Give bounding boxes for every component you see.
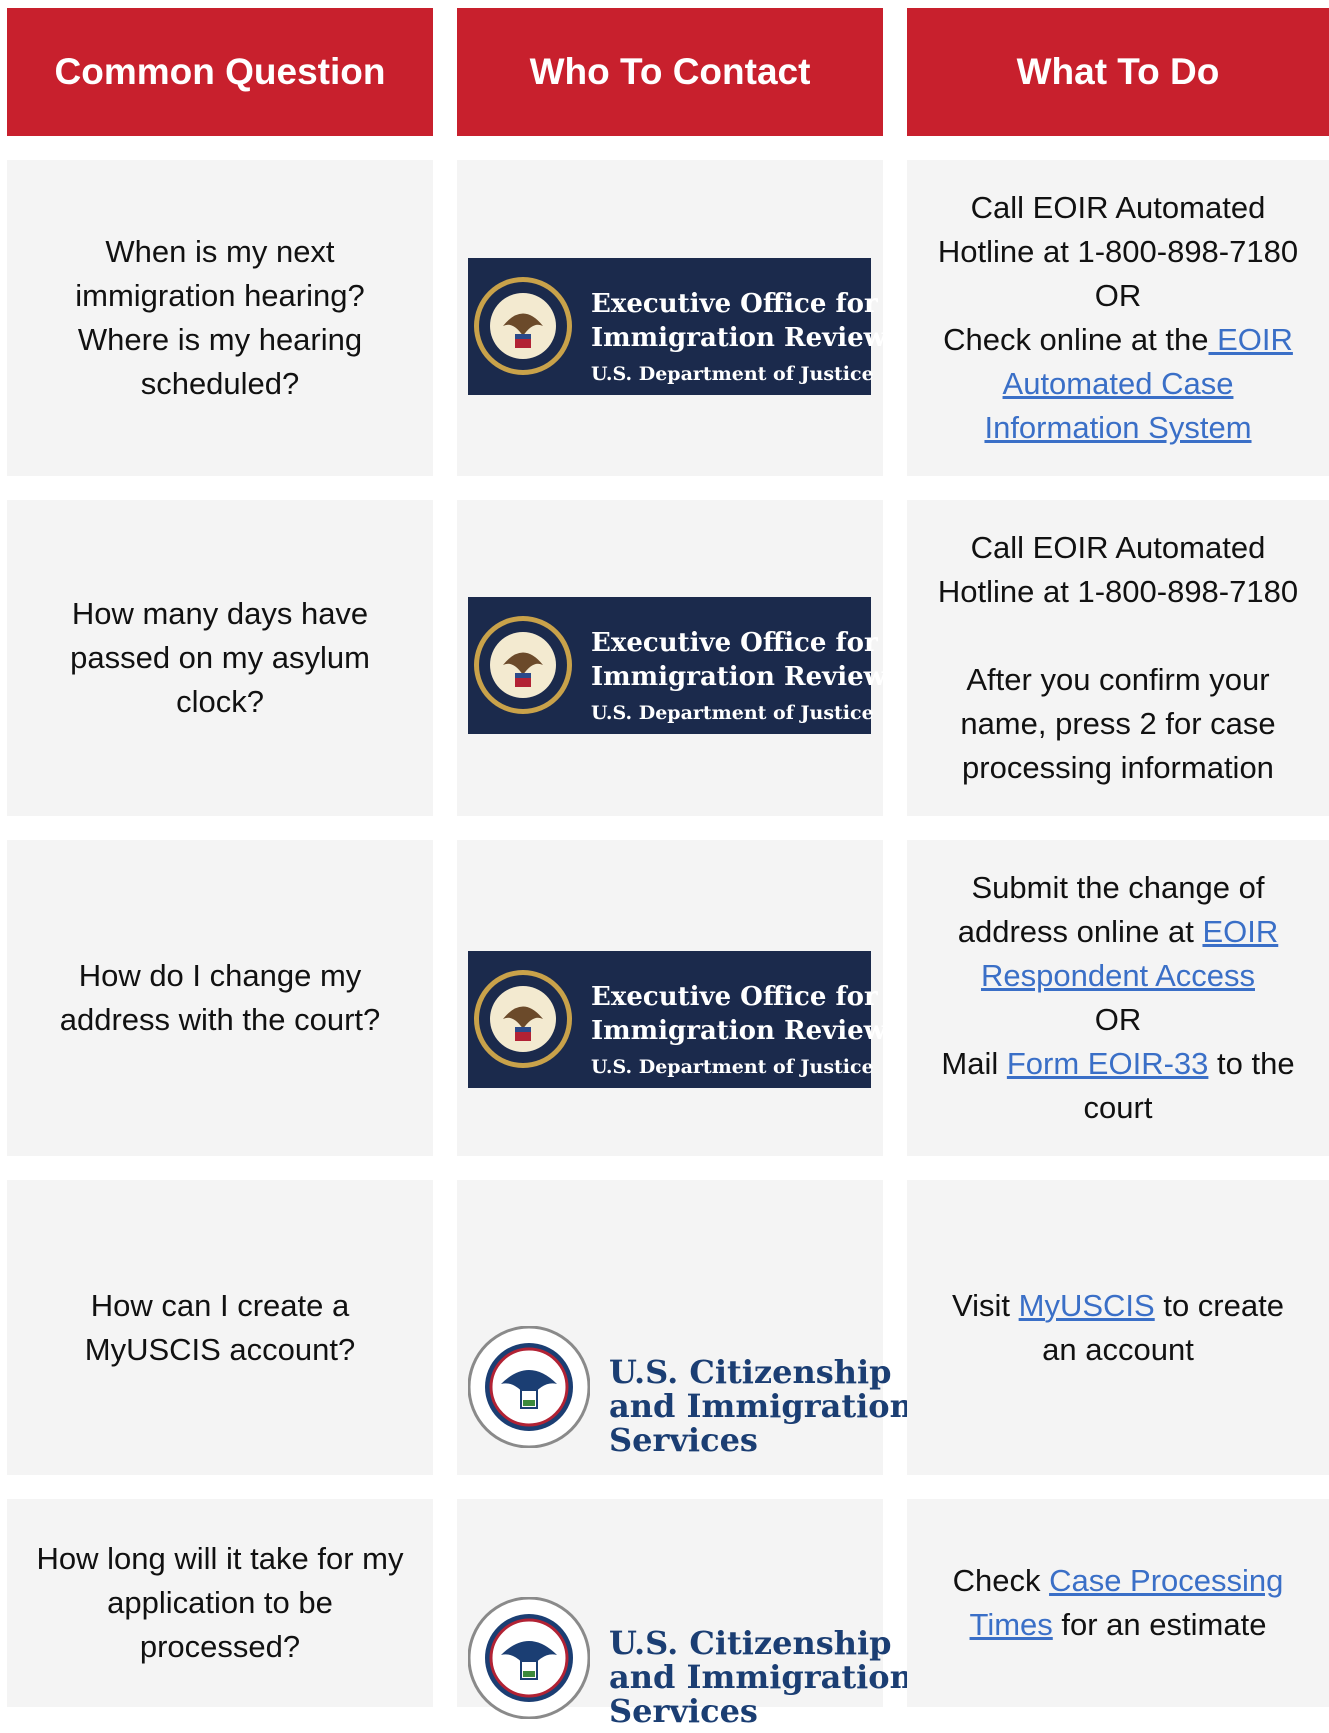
header-who-to-contact: Who To Contact: [457, 8, 883, 136]
action-text: After you confirm your: [966, 662, 1270, 697]
question-text: Where is my hearing: [77, 322, 363, 357]
uscis-logo-line3: Services: [609, 1421, 758, 1459]
eoir-logo: Executive Office for Immigration Review …: [468, 597, 886, 734]
action-text: to the: [1208, 1046, 1295, 1081]
question-text: scheduled?: [140, 366, 300, 401]
question-text: How long will it take for my: [36, 1541, 404, 1576]
question-text: application to be: [107, 1585, 333, 1620]
question-cell: When is my next immigration hearing? Whe…: [7, 160, 433, 476]
question-text: clock?: [176, 684, 264, 719]
myuscis-link[interactable]: MyUSCIS: [1019, 1288, 1155, 1323]
case-processing-times-link[interactable]: Case Processing: [1049, 1563, 1283, 1598]
action-text: OR: [1094, 1002, 1142, 1037]
action-text: name, press 2 for case: [960, 706, 1276, 741]
form-eoir-33-link[interactable]: Form EOIR-33: [1007, 1046, 1209, 1081]
eoir-logo-line3: U.S. Department of Justice: [591, 363, 874, 385]
action-text: Hotline at 1-800-898-7180: [937, 574, 1299, 609]
eoir-logo: Executive Office for Immigration Review …: [468, 258, 886, 395]
action-text: Call EOIR Automated: [970, 190, 1266, 225]
question-cell: How many days have passed on my asylum c…: [7, 500, 433, 816]
uscis-logo-line3: Services: [609, 1692, 758, 1730]
dhs-seal-icon: [468, 1326, 590, 1448]
eoir-respondent-access-link[interactable]: Respondent Access: [981, 958, 1255, 993]
action-text: Submit the change of: [971, 870, 1265, 905]
uscis-logo: U.S. Citizenship and Immigration Service…: [468, 1597, 913, 1730]
action-cell: Call EOIR Automated Hotline at 1-800-898…: [907, 160, 1329, 476]
action-text: Mail: [941, 1046, 1007, 1081]
action-text: OR: [1094, 278, 1142, 313]
eoir-case-info-link[interactable]: EOIR: [1208, 322, 1293, 357]
question-cell: How can I create a MyUSCIS account?: [7, 1180, 433, 1475]
eoir-respondent-access-link[interactable]: EOIR: [1202, 914, 1278, 949]
contact-cell: U.S. Citizenship and Immigration Service…: [457, 1180, 913, 1475]
action-cell: Visit MyUSCIS to create an account: [907, 1180, 1329, 1475]
question-text: How can I create a: [90, 1287, 350, 1323]
eoir-case-info-link[interactable]: Information System: [984, 410, 1251, 445]
action-text: Check: [952, 1563, 1050, 1598]
action-text: Hotline at 1-800-898-7180: [937, 234, 1299, 269]
action-text: processing information: [962, 750, 1274, 785]
contact-cell: Executive Office for Immigration Review …: [457, 840, 886, 1156]
action-text: Check online at the: [943, 322, 1209, 357]
question-text: How many days have: [71, 596, 369, 631]
uscis-logo: U.S. Citizenship and Immigration Service…: [468, 1326, 913, 1459]
question-text: address with the court?: [59, 1002, 381, 1037]
eoir-logo-line3: U.S. Department of Justice: [591, 1056, 874, 1078]
action-cell: Check Case Processing Times for an estim…: [907, 1499, 1329, 1707]
action-text: Call EOIR Automated: [970, 530, 1266, 565]
doj-seal-icon: [474, 970, 572, 1068]
contact-cell: Executive Office for Immigration Review …: [457, 500, 886, 816]
action-cell: Submit the change of address online at E…: [907, 840, 1329, 1156]
doj-seal-icon: [474, 616, 572, 714]
question-text: When is my next: [105, 234, 335, 269]
dhs-seal-icon: [468, 1597, 590, 1719]
action-text: address online at: [957, 914, 1203, 949]
action-text: court: [1083, 1090, 1153, 1125]
eoir-case-info-link[interactable]: Automated Case: [1003, 366, 1234, 401]
header-what-to-do: What To Do: [907, 8, 1329, 136]
contact-cell: U.S. Citizenship and Immigration Service…: [457, 1499, 913, 1730]
question-text: passed on my asylum: [70, 640, 370, 675]
action-text: Visit: [952, 1287, 1019, 1323]
case-processing-times-link[interactable]: Times: [970, 1607, 1053, 1642]
eoir-logo: Executive Office for Immigration Review …: [468, 951, 886, 1088]
question-cell: How long will it take for my application…: [7, 1499, 433, 1707]
contact-cell: Executive Office for Immigration Review …: [457, 160, 886, 476]
action-cell: Call EOIR Automated Hotline at 1-800-898…: [907, 500, 1329, 816]
action-text: an account: [1042, 1331, 1194, 1367]
doj-seal-icon: [474, 277, 572, 375]
question-text: How do I change my: [78, 958, 362, 993]
eoir-logo-line3: U.S. Department of Justice: [591, 702, 874, 724]
question-cell: How do I change my address with the cour…: [7, 840, 433, 1156]
action-text: for an estimate: [1052, 1607, 1267, 1642]
header-common-question: Common Question: [7, 8, 433, 136]
question-text: MyUSCIS account?: [84, 1331, 356, 1367]
question-text: immigration hearing?: [75, 278, 365, 313]
action-text: to create: [1154, 1287, 1284, 1323]
question-text: processed?: [139, 1629, 301, 1664]
